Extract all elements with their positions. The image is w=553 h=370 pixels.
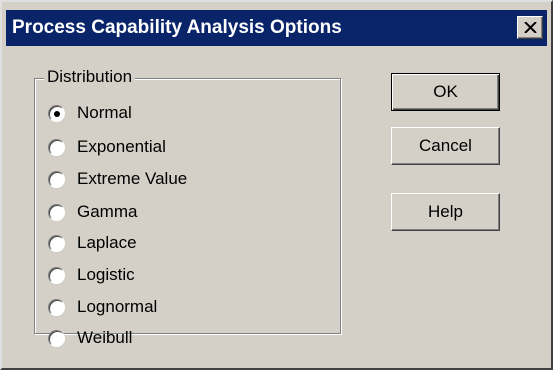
radio-button[interactable]	[48, 234, 65, 252]
radio-laplace[interactable]: Laplace	[48, 229, 137, 257]
radio-button[interactable]	[48, 138, 65, 156]
radio-extreme-value[interactable]: Extreme Value	[48, 165, 187, 193]
radio-button[interactable]	[48, 298, 65, 316]
radio-label: Gamma	[77, 202, 138, 221]
cancel-button[interactable]: Cancel	[391, 127, 500, 165]
radio-exponential[interactable]: Exponential	[48, 133, 166, 161]
radio-logistic[interactable]: Logistic	[48, 261, 135, 289]
title-bar[interactable]: Process Capability Analysis Options	[6, 10, 547, 46]
radio-label: Weibull	[77, 328, 133, 347]
radio-selected-dot	[54, 110, 60, 117]
help-button[interactable]: Help	[391, 193, 500, 231]
radio-button[interactable]	[48, 104, 65, 122]
radio-weibull[interactable]: Weibull	[48, 324, 132, 352]
radio-label: Extreme Value	[77, 169, 188, 188]
dialog-window: Process Capability Analysis Options Dist…	[0, 0, 553, 370]
radio-button[interactable]	[48, 329, 65, 347]
dialog-title: Process Capability Analysis Options	[12, 17, 342, 38]
radio-label: Lognormal	[77, 297, 158, 316]
radio-label: Exponential	[77, 137, 166, 156]
ok-button[interactable]: OK	[391, 73, 500, 111]
radio-button[interactable]	[48, 170, 65, 188]
radio-label: Normal	[77, 103, 132, 122]
radio-label: Logistic	[77, 265, 135, 284]
radio-normal[interactable]: Normal	[48, 99, 132, 127]
radio-button[interactable]	[48, 203, 65, 221]
close-button[interactable]	[517, 16, 543, 39]
distribution-group-label: Distribution	[44, 66, 136, 88]
radio-gamma[interactable]: Gamma	[48, 198, 137, 226]
close-icon	[524, 22, 537, 33]
radio-lognormal[interactable]: Lognormal	[48, 293, 157, 321]
radio-label: Laplace	[77, 233, 137, 252]
radio-button[interactable]	[48, 266, 65, 284]
